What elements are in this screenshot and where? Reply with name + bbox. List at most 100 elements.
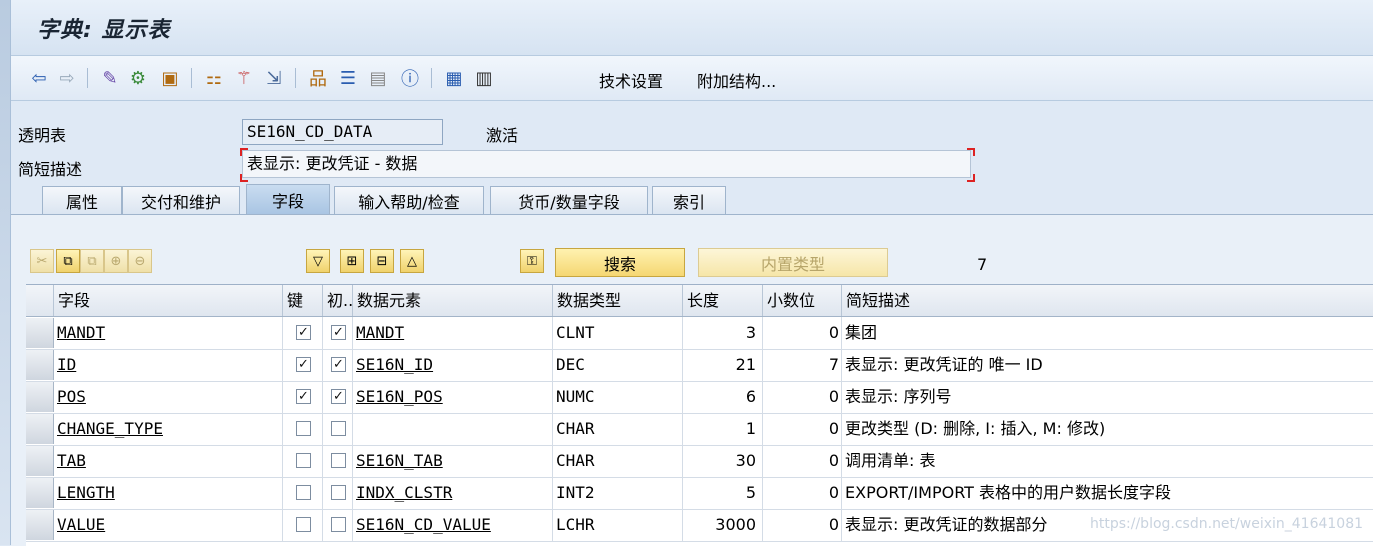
table-icon[interactable]: ▥	[471, 67, 497, 89]
key-icon[interactable]: ⚿	[520, 249, 544, 273]
initial-checkbox[interactable]	[331, 517, 346, 532]
col-key[interactable]: 键	[283, 285, 323, 316]
row-selector[interactable]	[26, 446, 54, 476]
document-icon[interactable]: ▤	[365, 67, 391, 89]
data-element[interactable]: SE16N_POS	[353, 381, 553, 413]
key-checkbox[interactable]: ✓	[296, 357, 311, 372]
length-value: 1	[683, 413, 763, 445]
paste-icon[interactable]: ⧉	[80, 249, 104, 273]
collapse-icon[interactable]: ▽	[306, 249, 330, 273]
insert-row-icon[interactable]: ⊕	[104, 249, 128, 273]
row-selector[interactable]	[26, 350, 54, 380]
key-checkbox[interactable]: ✓	[296, 389, 311, 404]
col-field[interactable]: 字段	[54, 285, 283, 316]
tab-delivery-maintenance[interactable]: 交付和维护	[122, 186, 240, 214]
forward-arrow-icon[interactable]: ⇨	[55, 67, 79, 89]
col-data-type[interactable]: 数据类型	[553, 285, 683, 316]
data-element[interactable]: MANDT	[353, 317, 553, 349]
builtin-type-button[interactable]: 内置类型	[698, 248, 888, 277]
row-selector[interactable]	[26, 510, 54, 540]
display-change-icon[interactable]: ✎	[97, 67, 123, 89]
short-description: 表显示: 序列号	[845, 387, 952, 406]
deselect-all-icon[interactable]: ⊟	[370, 249, 394, 273]
col-initial[interactable]: 初...	[323, 285, 353, 316]
initial-checkbox[interactable]: ✓	[331, 389, 346, 404]
row-selector[interactable]	[26, 318, 54, 348]
row-selector[interactable]	[26, 478, 54, 508]
key-checkbox[interactable]	[296, 421, 311, 436]
data-element[interactable]: SE16N_TAB	[353, 445, 553, 477]
field-name[interactable]: POS	[54, 381, 283, 413]
tab-attributes[interactable]: 属性	[42, 186, 122, 214]
col-decimals[interactable]: 小数位	[763, 285, 842, 316]
cut-icon[interactable]: ✂	[30, 249, 54, 273]
data-element[interactable]: SE16N_CD_VALUE	[353, 509, 553, 541]
data-element[interactable]: INDX_CLSTR	[353, 477, 553, 509]
row-selector[interactable]	[26, 414, 54, 444]
length-value: 21	[683, 349, 763, 381]
select-all-icon[interactable]: ⊞	[340, 249, 364, 273]
short-description: 更改类型 (D: 删除, I: 插入, M: 修改)	[845, 419, 1106, 438]
field-name[interactable]: CHANGE_TYPE	[54, 413, 283, 445]
data-element[interactable]	[353, 413, 553, 445]
other-object-icon[interactable]: ▣	[157, 67, 183, 89]
initial-cell: ✓	[323, 381, 353, 413]
copy-icon[interactable]: ⧉	[56, 249, 80, 273]
back-arrow-icon[interactable]: ⇦	[27, 67, 51, 89]
application-toolbar: ⇦ ⇨ ✎ ⚙ ▣ ⚏ ⚚ ⇲ 品 ☰ ▤ ⓘ ▦ ▥ 技术设置 附加结构...	[11, 56, 1373, 101]
activate-icon[interactable]: ⚙	[125, 67, 151, 89]
select-all-header[interactable]	[26, 285, 54, 316]
key-checkbox[interactable]: ✓	[296, 325, 311, 340]
row-selector[interactable]	[26, 382, 54, 412]
table-name-field[interactable]: SE16N_CD_DATA	[242, 119, 443, 145]
field-name[interactable]: TAB	[54, 445, 283, 477]
field-name[interactable]: MANDT	[54, 317, 283, 349]
initial-checkbox[interactable]	[331, 485, 346, 500]
focus-corner	[967, 148, 975, 156]
navigate-icon[interactable]: ⇲	[261, 67, 287, 89]
initial-checkbox[interactable]	[331, 421, 346, 436]
initial-checkbox[interactable]: ✓	[331, 357, 346, 372]
window-title: 字典: 显示表	[37, 18, 171, 43]
where-used-icon[interactable]: ⚏	[201, 67, 227, 89]
short-description: EXPORT/IMPORT 表格中的用户数据长度字段	[845, 483, 1172, 502]
tab-input-help[interactable]: 输入帮助/检查	[334, 186, 484, 214]
initial-checkbox[interactable]: ✓	[331, 325, 346, 340]
short-desc-field[interactable]: 表显示: 更改凭证 - 数据	[242, 150, 971, 178]
initial-cell: ✓	[323, 349, 353, 381]
data-type: CLNT	[553, 317, 683, 349]
field-name[interactable]: LENGTH	[54, 477, 283, 509]
tab-indexes[interactable]: 索引	[652, 186, 726, 214]
tech-settings-button[interactable]: 技术设置	[599, 68, 663, 92]
list-icon[interactable]: ☰	[335, 67, 361, 89]
decimals-value: 0	[763, 509, 842, 541]
tab-fields[interactable]: 字段	[246, 184, 330, 214]
key-cell	[283, 509, 323, 541]
search-button[interactable]: 搜索	[555, 248, 685, 277]
data-type: CHAR	[553, 445, 683, 477]
delete-row-icon[interactable]: ⊖	[128, 249, 152, 273]
structure-icon[interactable]: ▦	[441, 67, 467, 89]
initial-checkbox[interactable]	[331, 453, 346, 468]
decimals-value: 7	[763, 349, 842, 381]
key-checkbox[interactable]	[296, 517, 311, 532]
col-length[interactable]: 长度	[683, 285, 763, 316]
key-checkbox[interactable]	[296, 453, 311, 468]
field-name[interactable]: VALUE	[54, 509, 283, 541]
key-cell: ✓	[283, 349, 323, 381]
table-row: CHANGE_TYPE CHAR 1 0 更改类型 (D: 删除, I: 插入, M: …	[26, 413, 1373, 446]
col-short-desc[interactable]: 简短描述	[842, 285, 1373, 316]
col-data-element[interactable]: 数据元素	[353, 285, 553, 316]
initial-cell	[323, 413, 353, 445]
data-element[interactable]: SE16N_ID	[353, 349, 553, 381]
hierarchy-icon[interactable]: 品	[305, 67, 331, 90]
info-icon[interactable]: ⓘ	[397, 67, 423, 90]
data-type: NUMC	[553, 381, 683, 413]
magic-wand-icon[interactable]: ⚚	[231, 67, 257, 89]
append-structure-button[interactable]: 附加结构...	[697, 68, 776, 92]
field-name[interactable]: ID	[54, 349, 283, 381]
key-checkbox[interactable]	[296, 485, 311, 500]
expand-icon[interactable]: △	[400, 249, 424, 273]
tab-currency-quantity[interactable]: 货币/数量字段	[490, 186, 648, 214]
decimals-value: 0	[763, 413, 842, 445]
